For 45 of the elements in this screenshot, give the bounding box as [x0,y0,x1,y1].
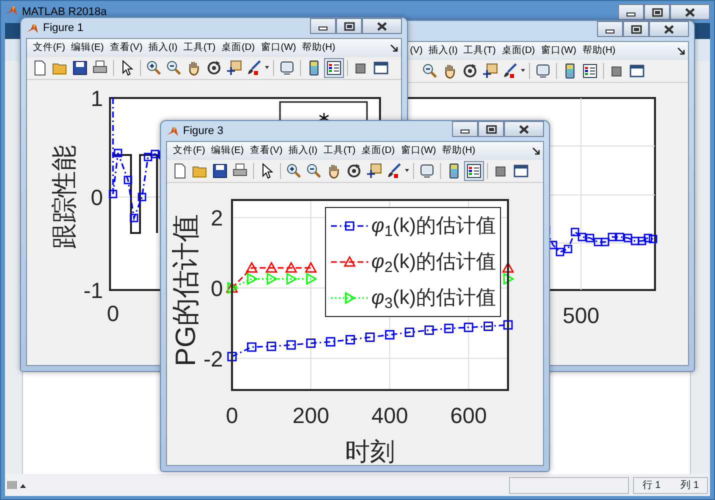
status-text: 行 1 [642,478,661,492]
menu-item[interactable]: 工具(T) [460,44,499,58]
menu-item[interactable]: 插入(I) [285,144,320,158]
axis-label: PG的估计值 [170,214,201,366]
legend-label: φ$_{1}$(k)的估计值 [371,216,496,236]
menu-item[interactable]: 工具(T) [320,144,359,158]
axis-label: 时刻 [345,438,395,465]
axis-tick-label: 2 [210,206,223,231]
menu-item[interactable]: (V) [407,44,426,58]
menu-item[interactable]: 窗口(W) [538,44,580,58]
legend-label: φ$_{2}$(k)的估计值 [371,252,496,272]
axis-tick-label: 0 [106,301,120,326]
axis-tick-label: 0 [210,276,223,301]
window-title: Figure 3 [183,124,224,139]
menu-item[interactable]: 插入(I) [145,40,180,56]
menu-item[interactable]: 查看(V) [106,40,146,56]
menu-item[interactable]: 文件(F) [170,144,208,158]
axis-tick-label: 0 [226,403,238,428]
menu-item[interactable]: 文件(F) [30,40,68,56]
legend-label: φ$_{3}$(k)的估计值 [371,288,496,308]
menu-item[interactable]: 桌面(D) [358,144,398,158]
window-title: Figure 1 [43,20,84,36]
axis-tick-label: 500 [562,303,600,328]
axis-label: 跟踪性能 [49,145,79,249]
menu-item[interactable]: 帮助(H) [439,144,478,158]
axis-tick-label: 200 [292,403,330,428]
menu-item[interactable]: 查看(V) [246,144,286,158]
axis-tick-label: 1 [90,86,103,111]
menu-item[interactable]: 帮助(H) [579,44,618,58]
axis-tick-label: 0 [90,185,103,210]
menu-item[interactable]: 窗口(W) [258,40,300,56]
window-title: MATLAB R2018a [22,5,107,20]
axis-tick-label: 400 [371,403,408,428]
menu-item[interactable]: 工具(T) [180,40,219,56]
axis-tick-label: -1 [83,278,103,303]
axis-tick-label: -2 [203,346,223,372]
menu-item[interactable]: 编辑(E) [208,144,247,158]
axis-tick-label: 600 [450,403,487,428]
menu-item[interactable]: 桌面(D) [218,40,258,56]
status-text: 列 1 [680,478,699,492]
menu-item[interactable]: 窗口(W) [398,144,440,158]
menu-item[interactable]: 插入(I) [426,44,461,58]
menu-item[interactable]: 帮助(H) [299,40,338,56]
menu-item[interactable]: 桌面(D) [498,44,538,58]
menu-item[interactable]: 编辑(E) [68,40,107,56]
